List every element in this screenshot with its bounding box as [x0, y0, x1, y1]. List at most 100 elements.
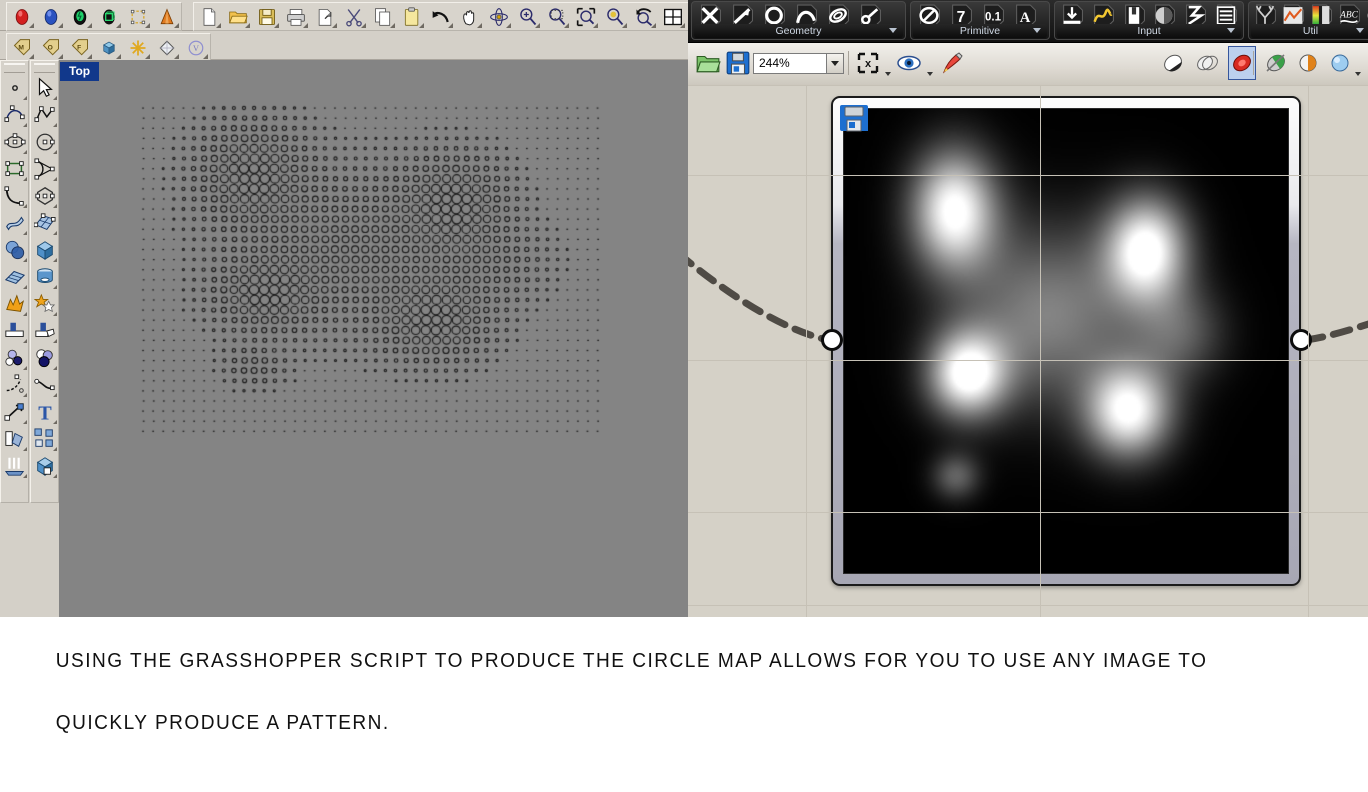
- sketch-tool-button[interactable]: [940, 47, 966, 79]
- rectangle-icon[interactable]: [1, 155, 28, 182]
- paste-clipboard-icon[interactable]: [397, 4, 426, 29]
- star-shapes-icon[interactable]: [31, 290, 58, 317]
- polygon-icon[interactable]: [31, 182, 58, 209]
- svg-text:A: A: [1020, 9, 1031, 25]
- preview-toggle-button[interactable]: [896, 47, 922, 79]
- tag-f-icon[interactable]: F: [65, 35, 94, 60]
- circles-fill-icon[interactable]: [1, 344, 28, 371]
- copy-icon[interactable]: [368, 4, 397, 29]
- split-icon[interactable]: [31, 317, 58, 344]
- triangle-curve-icon[interactable]: [31, 155, 58, 182]
- rhino-viewport-top[interactable]: Top: [59, 60, 688, 617]
- ribbon-tab-geometry[interactable]: Geometry: [694, 24, 903, 38]
- circles-overlap-icon[interactable]: [31, 344, 58, 371]
- box-green-icon[interactable]: [94, 4, 123, 29]
- zoom-level-input[interactable]: 244%: [753, 53, 826, 74]
- surface-patch-icon[interactable]: [31, 209, 58, 236]
- circle-diameter-icon[interactable]: [31, 128, 58, 155]
- ribbon-tab-input[interactable]: Input: [1057, 24, 1241, 38]
- snap-star-icon[interactable]: [123, 35, 152, 60]
- toolbar-grip[interactable]: [34, 63, 55, 73]
- egg-blue-icon[interactable]: [36, 4, 65, 29]
- flyout-corner-icon: [680, 23, 685, 28]
- offset-icon[interactable]: [1, 425, 28, 452]
- svg-text:x: x: [865, 58, 872, 70]
- flyout-corner-icon: [116, 23, 121, 28]
- print-icon[interactable]: [281, 4, 310, 29]
- export-icon[interactable]: [310, 4, 339, 29]
- flyout-corner-icon: [361, 23, 366, 28]
- caption-line-1: USING THE GRASSHOPPER SCRIPT TO PRODUCE …: [55, 649, 1208, 672]
- save-document-button[interactable]: [724, 47, 752, 79]
- diamond-icon[interactable]: [152, 35, 181, 60]
- gh-preview-sphere-icon[interactable]: [1327, 47, 1353, 79]
- polyline-icon[interactable]: [31, 101, 58, 128]
- svg-text:0.1: 0.1: [985, 11, 1002, 23]
- egg-red-icon[interactable]: [7, 4, 36, 29]
- rhino-toolbar-column-1: [0, 60, 29, 503]
- egg-green-icon[interactable]: [65, 4, 94, 29]
- extrude-icon[interactable]: [1, 452, 28, 479]
- zoom-extents-icon[interactable]: [571, 4, 600, 29]
- box-solid-icon[interactable]: [31, 236, 58, 263]
- trim-icon[interactable]: [1, 317, 28, 344]
- zoom-extents-button[interactable]: x: [856, 47, 880, 79]
- rotate-view-icon[interactable]: [484, 4, 513, 29]
- circle-center-icon[interactable]: [1, 128, 28, 155]
- open-folder-icon[interactable]: [223, 4, 252, 29]
- arc-icon[interactable]: [1, 182, 28, 209]
- text-tool-icon[interactable]: T: [31, 398, 58, 425]
- point-icon[interactable]: [1, 74, 28, 101]
- flyout-corner-icon: [477, 23, 482, 28]
- gh-preview-half-icon[interactable]: [1295, 47, 1321, 79]
- curve-control-icon[interactable]: [1, 101, 28, 128]
- fillet-curve-icon[interactable]: [1, 371, 28, 398]
- flyout-corner-icon: [622, 23, 627, 28]
- undo-arrow-icon[interactable]: [426, 4, 455, 29]
- move-arrow-icon[interactable]: [1, 398, 28, 425]
- pan-hand-icon[interactable]: [455, 4, 484, 29]
- cylinder-icon[interactable]: [31, 263, 58, 290]
- zoom-dropdown-button[interactable]: [826, 53, 844, 74]
- ribbon-tab-util[interactable]: Util: [1251, 24, 1368, 38]
- toolbar-grip[interactable]: [4, 63, 25, 73]
- chevron-down-icon: [1033, 28, 1041, 33]
- cut-scissors-icon[interactable]: [339, 4, 368, 29]
- rhino-toolbar-column-2: T: [30, 60, 59, 503]
- gh-preview-off-icon[interactable]: [1263, 47, 1289, 79]
- four-view-icon[interactable]: [658, 4, 687, 29]
- box-corner-icon[interactable]: [31, 452, 58, 479]
- array-icon[interactable]: [31, 425, 58, 452]
- zoom-selected-icon[interactable]: [600, 4, 629, 29]
- ribbon-group-geometry: Geometry: [691, 1, 906, 40]
- open-document-button[interactable]: [694, 47, 722, 79]
- viewport-label[interactable]: Top: [60, 62, 100, 81]
- zoom-window-icon[interactable]: [542, 4, 571, 29]
- component-input-port[interactable]: [821, 329, 843, 351]
- flyout-corner-icon: [53, 393, 57, 397]
- blend-curve-icon[interactable]: [31, 371, 58, 398]
- cone-orange-icon[interactable]: [152, 4, 181, 29]
- surface-loft-icon[interactable]: [1, 209, 28, 236]
- explode-icon[interactable]: [1, 290, 28, 317]
- gh-shaded-preview-icon[interactable]: [1194, 47, 1220, 79]
- tag-m-icon[interactable]: M: [7, 35, 36, 60]
- cube-blue-icon[interactable]: [94, 35, 123, 60]
- surface-grid-icon[interactable]: [1, 263, 28, 290]
- circle-v-icon[interactable]: V: [181, 35, 210, 60]
- select-arrow-icon[interactable]: [31, 74, 58, 101]
- floppy-save-icon[interactable]: [839, 104, 871, 134]
- zoom-previous-icon[interactable]: [629, 4, 658, 29]
- new-file-icon[interactable]: [194, 4, 223, 29]
- sphere-boolean-icon[interactable]: [1, 236, 28, 263]
- cage-yellow-icon[interactable]: [123, 4, 152, 29]
- save-disk-icon[interactable]: [252, 4, 281, 29]
- ribbon-tab-primitive[interactable]: Primitive: [913, 24, 1047, 38]
- gh-preview-on-icon[interactable]: [1228, 46, 1256, 80]
- tag-o-icon[interactable]: O: [36, 35, 65, 60]
- zoom-in-out-icon[interactable]: [513, 4, 542, 29]
- gh-wireframe-preview-icon[interactable]: [1160, 47, 1186, 79]
- flyout-corner-icon: [23, 312, 27, 316]
- grasshopper-canvas[interactable]: [688, 85, 1368, 617]
- flyout-corner-icon: [53, 339, 57, 343]
